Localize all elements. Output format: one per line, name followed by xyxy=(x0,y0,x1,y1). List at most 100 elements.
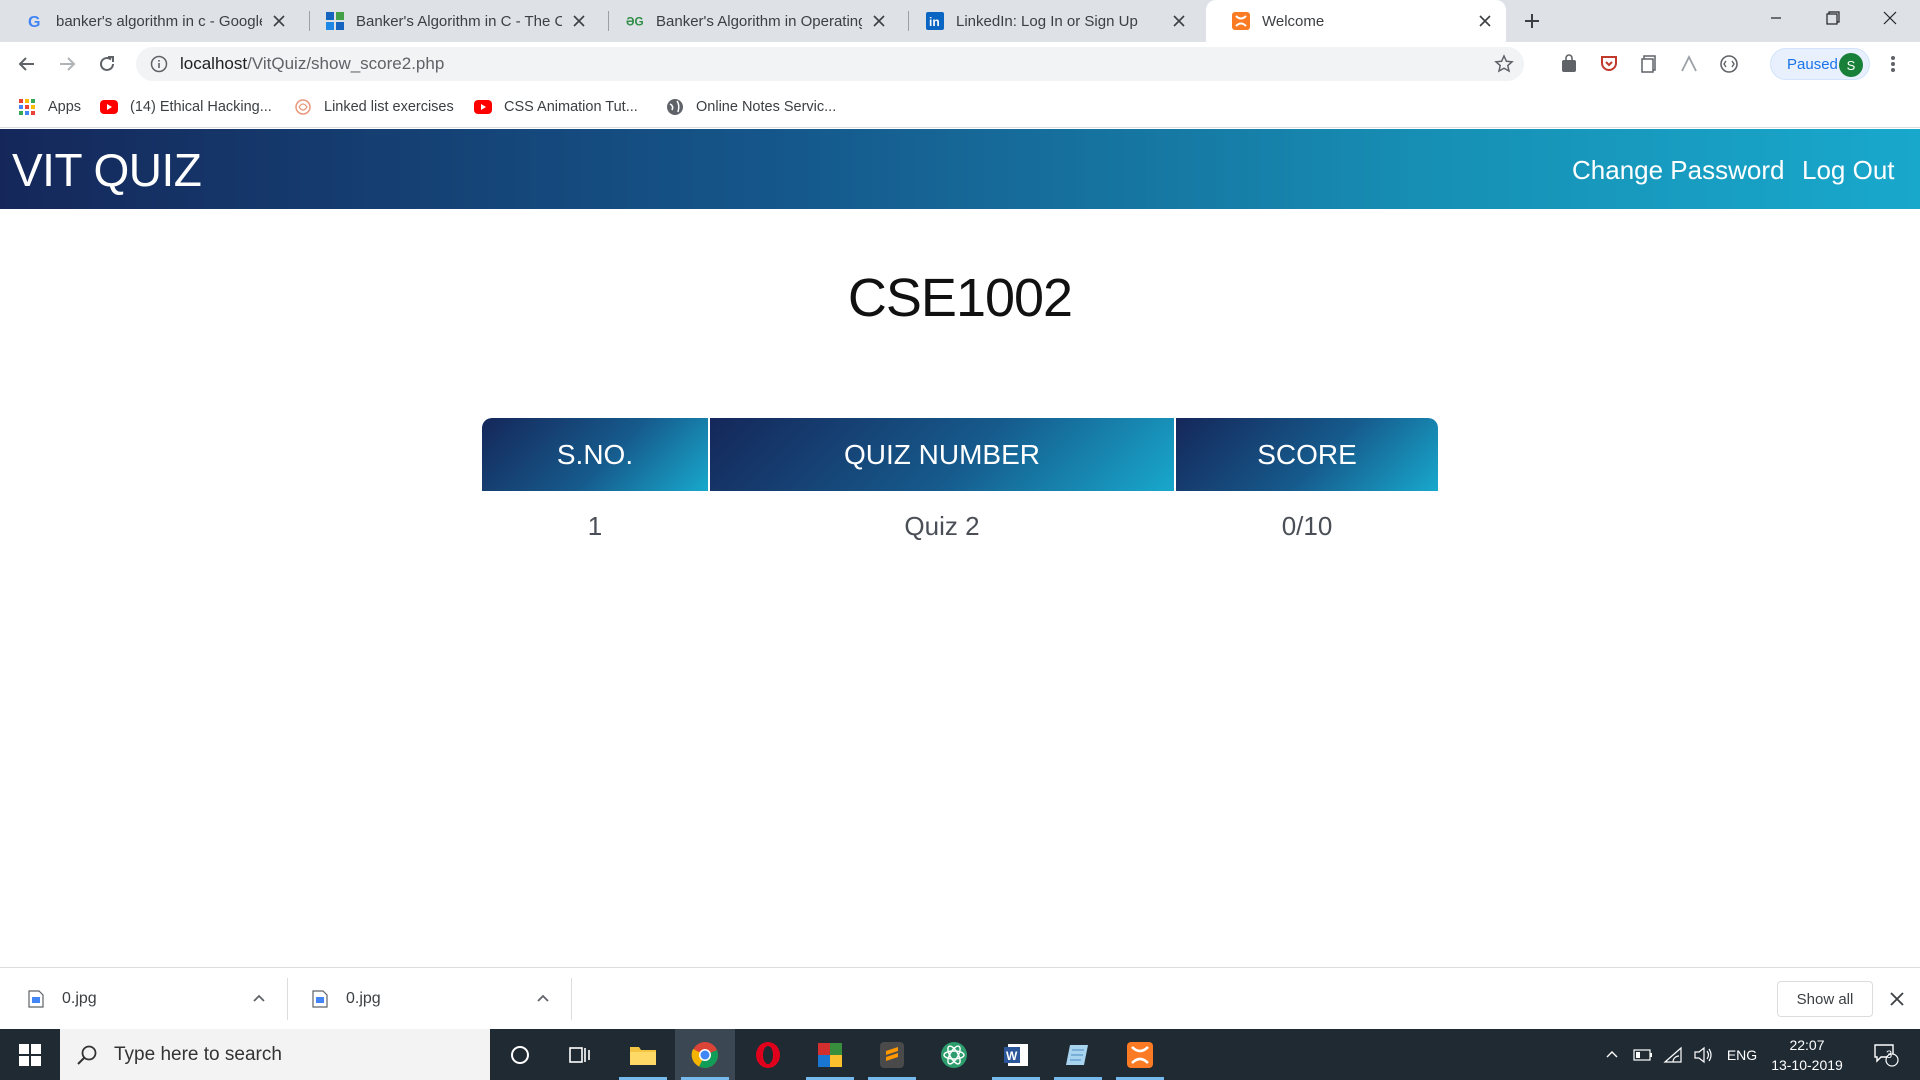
geeksforgeeks-icon: ƏG xyxy=(626,12,644,30)
winrar-icon[interactable] xyxy=(800,1029,860,1080)
extension-bag-icon[interactable] xyxy=(1558,53,1580,75)
page-content: VIT QUIZ Change Password Log Out CSE1002… xyxy=(0,129,1920,967)
chevron-up-icon[interactable] xyxy=(1600,1029,1624,1080)
battery-icon[interactable] xyxy=(1630,1029,1656,1080)
xampp-icon[interactable] xyxy=(1110,1029,1170,1080)
search-placeholder: Type here to search xyxy=(114,1043,282,1065)
tab-title: Welcome xyxy=(1262,12,1325,30)
column-header-score: SCORE xyxy=(1176,418,1438,491)
close-icon[interactable] xyxy=(270,12,288,30)
back-button[interactable] xyxy=(12,49,42,79)
logout-link[interactable]: Log Out xyxy=(1802,155,1895,186)
download-item[interactable]: 0.jpg xyxy=(28,968,97,1030)
notepad-icon[interactable] xyxy=(1048,1029,1108,1080)
clock-time: 22:07 xyxy=(1789,1037,1825,1053)
restore-button[interactable] xyxy=(1805,0,1861,36)
task-view-icon[interactable] xyxy=(550,1029,610,1080)
image-file-icon xyxy=(312,990,328,1008)
windows-taskbar: Type here to search W ENG 22:07 13-10-20… xyxy=(0,1029,1920,1080)
file-explorer-icon[interactable] xyxy=(613,1029,673,1080)
page-title: CSE1002 xyxy=(847,268,1073,328)
avatar: S xyxy=(1839,53,1863,77)
crazy-programmer-icon xyxy=(326,12,344,30)
youtube-icon xyxy=(474,98,492,116)
bookmark-label: (14) Ethical Hacking... xyxy=(130,99,272,115)
tab-title: Banker's Algorithm in C - The Cra xyxy=(356,12,562,30)
bookmark-online-notes[interactable]: Online Notes Servic... xyxy=(666,97,836,117)
svg-text:G: G xyxy=(28,14,40,30)
url-host: localhost xyxy=(180,54,248,73)
action-center-icon[interactable]: 3 xyxy=(1866,1029,1906,1080)
volume-icon[interactable] xyxy=(1690,1029,1716,1080)
table-cell-quiz: Quiz 2 xyxy=(904,510,980,541)
reload-button[interactable] xyxy=(92,49,122,79)
pocket-icon[interactable] xyxy=(1598,53,1620,75)
chrome-icon[interactable] xyxy=(675,1029,735,1080)
forward-button[interactable] xyxy=(52,49,82,79)
show-all-downloads-button[interactable]: Show all xyxy=(1777,981,1873,1017)
wifi-icon[interactable] xyxy=(1660,1029,1686,1080)
address-bar[interactable]: localhost/VitQuiz/show_score2.php xyxy=(136,47,1524,81)
minimize-button[interactable] xyxy=(1748,0,1804,36)
extension-circle-icon[interactable] xyxy=(1718,53,1740,75)
opera-icon[interactable] xyxy=(738,1029,798,1080)
download-item[interactable]: 0.jpg xyxy=(312,968,381,1030)
chevron-up-icon[interactable] xyxy=(535,991,551,1007)
tab-title: Banker's Algorithm in Operating xyxy=(656,12,862,30)
apps-grid-icon xyxy=(18,98,36,116)
change-password-link[interactable]: Change Password xyxy=(1572,155,1784,186)
tab-google-search[interactable]: G banker's algorithm in c - Google xyxy=(0,0,300,42)
tab-title: LinkedIn: Log In or Sign Up xyxy=(956,12,1138,30)
info-icon[interactable] xyxy=(150,55,168,73)
table-cell-score: 0/10 xyxy=(1281,510,1333,541)
image-file-icon xyxy=(28,990,44,1008)
bookmark-apps[interactable]: Apps xyxy=(18,97,81,117)
download-filename: 0.jpg xyxy=(346,990,381,1007)
youtube-icon xyxy=(100,98,118,116)
cortana-icon[interactable] xyxy=(490,1029,550,1080)
tab-crazy-programmer[interactable]: Banker's Algorithm in C - The Cra xyxy=(300,0,600,42)
chevron-up-icon[interactable] xyxy=(251,991,267,1007)
xampp-icon xyxy=(1232,12,1250,30)
url-path: /VitQuiz/show_score2.php xyxy=(247,54,445,73)
bookmark-label: Apps xyxy=(48,99,82,115)
system-clock[interactable]: 22:07 13-10-2019 xyxy=(1766,1035,1848,1075)
url-text: localhost/VitQuiz/show_score2.php xyxy=(180,54,444,74)
close-icon[interactable] xyxy=(1888,990,1906,1008)
menu-kebab-icon[interactable] xyxy=(1878,49,1908,79)
site-brand[interactable]: VIT QUIZ xyxy=(12,143,202,197)
language-indicator[interactable]: ENG xyxy=(1722,1029,1762,1080)
profile-paused-button[interactable]: Paused S xyxy=(1770,48,1870,80)
linkedin-icon: in xyxy=(926,12,944,30)
column-header-sno: S.NO. xyxy=(482,418,708,491)
atom-icon[interactable] xyxy=(924,1029,984,1080)
browser-toolbar: localhost/VitQuiz/show_score2.php Paused… xyxy=(0,42,1920,86)
table-cell-sno: 1 xyxy=(587,510,603,541)
close-icon[interactable] xyxy=(870,12,888,30)
bookmark-linked-list[interactable]: Linked list exercises xyxy=(294,97,454,117)
docs-extension-icon[interactable] xyxy=(1638,53,1660,75)
download-separator xyxy=(287,978,288,1020)
close-icon[interactable] xyxy=(1170,12,1188,30)
download-separator xyxy=(571,978,572,1020)
bookmark-ethical-hacking[interactable]: (14) Ethical Hacking... xyxy=(100,97,272,117)
bookmark-star-icon[interactable] xyxy=(1494,54,1514,74)
svg-text:in: in xyxy=(929,15,940,29)
tab-welcome[interactable]: Welcome xyxy=(1206,0,1506,42)
svg-text:ƏG: ƏG xyxy=(626,16,644,29)
close-icon[interactable] xyxy=(570,12,588,30)
tab-linkedin[interactable]: in LinkedIn: Log In or Sign Up xyxy=(900,0,1200,42)
close-window-button[interactable] xyxy=(1862,0,1918,36)
close-icon[interactable] xyxy=(1476,12,1494,30)
sublime-text-icon[interactable] xyxy=(862,1029,922,1080)
tab-title: banker's algorithm in c - Google xyxy=(56,12,262,30)
bookmark-css-animation[interactable]: CSS Animation Tut... xyxy=(474,97,638,117)
new-tab-button[interactable] xyxy=(1520,9,1544,33)
taskbar-search-box[interactable]: Type here to search xyxy=(60,1029,490,1080)
windows-start-button[interactable] xyxy=(0,1029,60,1080)
clock-date: 13-10-2019 xyxy=(1771,1057,1843,1073)
word-icon[interactable]: W xyxy=(986,1029,1046,1080)
tab-geeksforgeeks[interactable]: ƏG Banker's Algorithm in Operating xyxy=(600,0,900,42)
extension-a-icon[interactable] xyxy=(1678,53,1700,75)
site-navbar: VIT QUIZ Change Password Log Out xyxy=(0,129,1920,209)
